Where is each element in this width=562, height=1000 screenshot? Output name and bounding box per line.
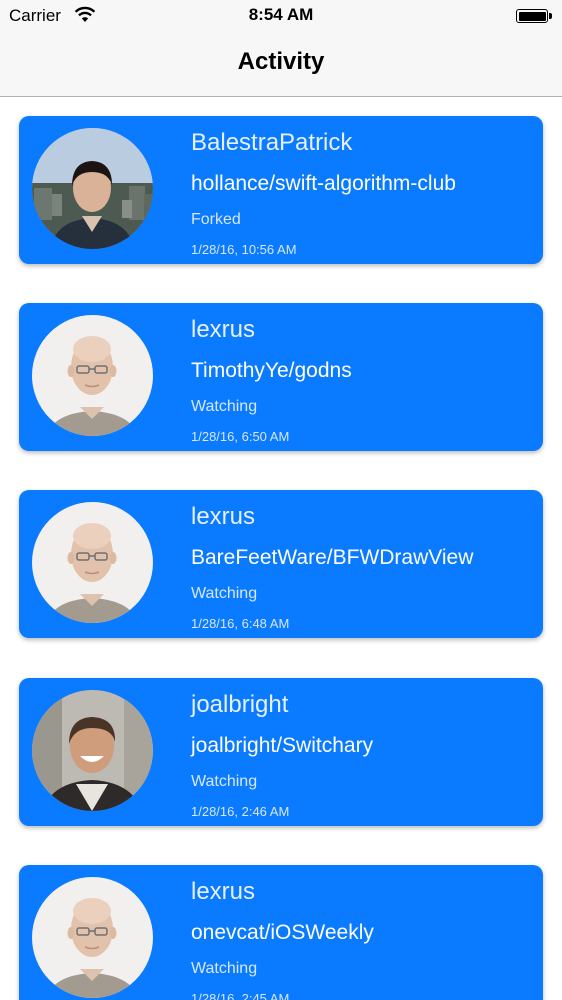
activity-repo[interactable]: onevcat/iOSWeekly	[191, 921, 374, 945]
activity-repo[interactable]: TimothyYe/godns	[191, 359, 352, 383]
navigation-bar: Activity	[0, 34, 562, 97]
activity-username[interactable]: lexrus	[191, 878, 255, 906]
activity-repo[interactable]: BareFeetWare/BFWDrawView	[191, 546, 473, 570]
page-title: Activity	[237, 48, 325, 75]
activity-card[interactable]: lexrus onevcat/iOSWeekly Watching 1/28/1…	[19, 865, 543, 1000]
activity-username[interactable]: BalestraPatrick	[191, 129, 352, 157]
status-bar: Carrier 8:54 AM	[0, 0, 562, 34]
battery-icon	[516, 9, 552, 23]
activity-username[interactable]: lexrus	[191, 316, 255, 344]
activity-feed[interactable]: BalestraPatrick hollance/swift-algorithm…	[0, 97, 562, 1000]
activity-username[interactable]: joalbright	[191, 691, 288, 719]
activity-card[interactable]: lexrus BareFeetWare/BFWDrawView Watching…	[19, 490, 543, 638]
avatar	[32, 128, 153, 249]
activity-action: Watching	[191, 773, 258, 790]
avatar	[32, 690, 153, 811]
avatar	[32, 315, 153, 436]
activity-repo[interactable]: hollance/swift-algorithm-club	[191, 172, 456, 196]
activity-action: Watching	[191, 960, 258, 977]
activity-card[interactable]: lexrus TimothyYe/godns Watching 1/28/16,…	[19, 303, 543, 451]
activity-timestamp: 1/28/16, 10:56 AM	[191, 242, 297, 257]
activity-timestamp: 1/28/16, 2:45 AM	[191, 991, 290, 1000]
activity-repo[interactable]: joalbright/Switchary	[191, 734, 373, 758]
activity-timestamp: 1/28/16, 6:48 AM	[191, 616, 290, 631]
activity-username[interactable]: lexrus	[191, 503, 255, 531]
activity-timestamp: 1/28/16, 2:46 AM	[191, 804, 290, 819]
activity-action: Watching	[191, 398, 258, 415]
activity-card[interactable]: joalbright joalbright/Switchary Watching…	[19, 678, 543, 826]
activity-timestamp: 1/28/16, 6:50 AM	[191, 429, 290, 444]
activity-action: Forked	[191, 211, 241, 228]
avatar	[32, 502, 153, 623]
activity-action: Watching	[191, 585, 258, 602]
status-time: 8:54 AM	[248, 5, 314, 24]
avatar	[32, 877, 153, 998]
activity-card[interactable]: BalestraPatrick hollance/swift-algorithm…	[19, 116, 543, 264]
